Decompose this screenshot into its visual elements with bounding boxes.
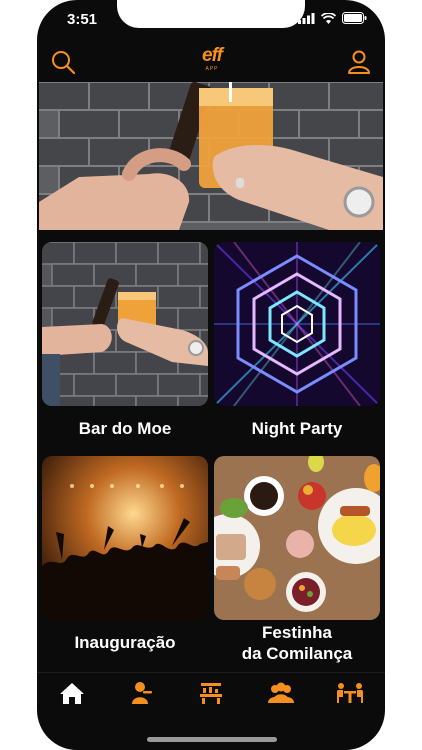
logo-text: eff (202, 45, 223, 66)
status-icons (298, 12, 367, 24)
card-image (214, 242, 380, 406)
status-time: 3:51 (67, 11, 98, 28)
card-title-line1: Festinha (262, 623, 332, 642)
concert-photo (42, 456, 208, 620)
search-icon (52, 51, 76, 75)
tab-table[interactable] (335, 678, 365, 708)
app-logo: eff APP (192, 46, 232, 76)
battery-icon (342, 12, 367, 24)
bar-photo (42, 242, 208, 406)
search-button[interactable] (49, 48, 77, 76)
event-card-bar-do-moe[interactable]: Bar do Moe (42, 242, 208, 442)
banner-image (39, 82, 383, 230)
app-header: eff APP (37, 40, 385, 82)
logo-subtext: APP (205, 66, 219, 72)
card-title: Night Party (251, 419, 343, 438)
profile-button[interactable] (345, 48, 373, 76)
event-card-inauguracao[interactable]: Inauguração (42, 456, 208, 670)
tab-group[interactable] (266, 678, 296, 708)
device-notch (117, 0, 305, 28)
signal-icon (298, 12, 315, 24)
event-card-festinha-da-comilanca[interactable]: Festinha da Comilança (214, 456, 380, 670)
home-indicator (147, 737, 277, 742)
bar-counter-icon (199, 683, 222, 704)
phone-screen: 3:51 eff APP Bar do Moe Night Party Inau… (37, 0, 385, 750)
bottom-tab-bar (37, 672, 385, 713)
card-title: Bar do Moe (78, 419, 172, 438)
card-title: Inauguração (74, 633, 176, 652)
group-icon (267, 682, 294, 703)
home-icon (59, 683, 84, 704)
card-image (214, 456, 380, 620)
food-photo (214, 456, 380, 620)
card-title: Festinha da Comilança (214, 622, 380, 664)
waiter-icon (132, 682, 153, 704)
tab-waiter[interactable] (126, 678, 156, 708)
tab-home[interactable] (57, 678, 87, 708)
card-title-line2: da Comilança (241, 644, 353, 663)
party-photo (214, 242, 380, 406)
user-icon (348, 50, 370, 74)
wifi-icon (321, 12, 336, 24)
event-card-night-party[interactable]: Night Party (214, 242, 380, 442)
card-image (42, 456, 208, 620)
table-icon (337, 683, 364, 703)
featured-banner[interactable] (39, 82, 383, 230)
tab-bar[interactable] (196, 678, 226, 708)
card-image (42, 242, 208, 406)
